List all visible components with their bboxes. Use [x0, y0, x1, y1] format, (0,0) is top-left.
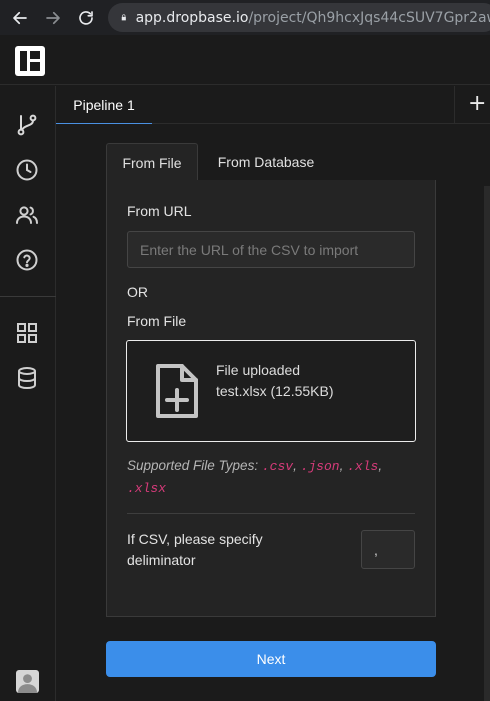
delimiter-input[interactable]: [361, 530, 415, 569]
upload-status: File uploaded: [216, 362, 301, 378]
url-host: app.dropbase.io: [135, 9, 249, 26]
scrollbar[interactable]: [484, 186, 490, 701]
add-pipeline-button[interactable]: +: [468, 93, 490, 115]
tab-pipeline-1[interactable]: Pipeline 1: [56, 86, 152, 124]
supported-types-label: Supported File Types:: [127, 458, 259, 473]
plus-icon: +: [468, 91, 487, 116]
panel-divider: [127, 513, 415, 514]
file-type-xlsx: .xlsx: [127, 481, 167, 496]
tab-from-database[interactable]: From Database: [198, 143, 334, 181]
app-header: [0, 35, 490, 85]
dropbase-logo[interactable]: [15, 46, 45, 76]
file-type-csv: .csv: [261, 459, 294, 474]
sidebar-divider: [0, 296, 56, 297]
from-file-label: From File: [127, 313, 187, 329]
file-type-xls: .xls: [347, 459, 379, 474]
file-plus-icon: [156, 364, 198, 418]
from-url-label: From URL: [127, 203, 192, 219]
uploaded-file-name: test.xlsx (12.55KB): [216, 383, 334, 399]
back-icon[interactable]: [10, 8, 30, 28]
clock-icon[interactable]: [14, 157, 40, 183]
help-circle-icon[interactable]: [14, 247, 40, 273]
file-type-json: .json: [300, 459, 340, 474]
address-bar[interactable]: app.dropbase.io/project/Qh9hcxJqs44cSUV7…: [108, 3, 490, 32]
tab-separator: [454, 86, 455, 124]
grid-icon[interactable]: [14, 320, 40, 346]
supported-file-types: Supported File Types: .csv, .json, .xls,…: [127, 458, 383, 496]
or-label: OR: [127, 284, 148, 300]
tab-from-file[interactable]: From File: [106, 143, 198, 181]
sidebar: [0, 86, 56, 701]
tab-strip: Pipeline 1: [56, 86, 490, 124]
users-icon[interactable]: [14, 202, 40, 228]
reload-icon[interactable]: [76, 8, 96, 28]
user-avatar[interactable]: [16, 670, 39, 693]
browser-toolbar: app.dropbase.io/project/Qh9hcxJqs44cSUV7…: [0, 0, 490, 35]
database-icon[interactable]: [14, 365, 40, 391]
git-branch-icon[interactable]: [14, 112, 40, 138]
delimiter-label: If CSV, please specify deliminator: [127, 531, 263, 568]
next-button[interactable]: Next: [106, 641, 436, 677]
lock-icon: [121, 14, 126, 21]
url-input[interactable]: [127, 231, 415, 268]
url-path: /project/Qh9hcxJqs44cSUV7Gpr2aw: [248, 9, 490, 26]
forward-icon[interactable]: [43, 8, 63, 28]
